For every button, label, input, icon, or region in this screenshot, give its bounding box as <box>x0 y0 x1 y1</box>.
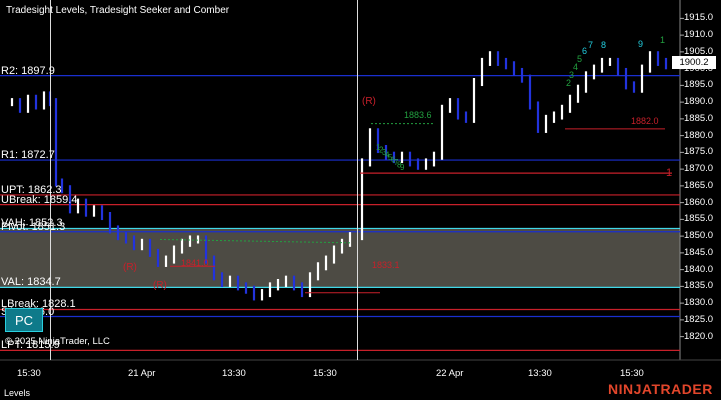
pc-button[interactable]: PC <box>5 308 43 332</box>
level-label: VAL: 1834.7 <box>1 276 61 289</box>
level-label: Pivot: 1851.3 <box>1 220 66 233</box>
seeker-count: 7 <box>588 40 593 50</box>
y-tick-label: 1820.0 <box>684 330 714 342</box>
y-tick-label: 1850.0 <box>684 230 714 242</box>
level-label: UBreak: 1859.4 <box>1 193 78 206</box>
ninjatrader-logo: NINJATRADER <box>608 381 713 397</box>
y-tick-label: 1860.0 <box>684 196 714 208</box>
y-tick-label: 1825.0 <box>684 313 714 325</box>
seeker-count: 9 <box>400 163 405 172</box>
levels-tab[interactable]: Levels <box>4 388 30 398</box>
y-tick-label: 1910.0 <box>684 29 714 41</box>
seeker-count: 6 <box>582 46 587 56</box>
y-tick-label: 1870.0 <box>684 163 714 175</box>
seeker-value: 1883.6 <box>404 110 432 120</box>
y-tick-label: 1885.0 <box>684 112 714 124</box>
y-tick-label: 1830.0 <box>684 297 714 309</box>
x-tick-label: 15:30 <box>620 368 644 379</box>
y-tick-label: 1865.0 <box>684 179 714 191</box>
target-value: 1882.0 <box>631 116 659 126</box>
x-tick-label: 22 Apr <box>436 368 464 379</box>
indicator-title: Tradesight Levels, Tradesight Seeker and… <box>6 5 230 16</box>
y-tick-label: 1835.0 <box>684 280 714 292</box>
y-tick-label: 1845.0 <box>684 246 714 258</box>
current-price-tag: 1900.2 <box>672 56 716 69</box>
x-tick-label: 21 Apr <box>128 368 156 379</box>
level-label: R2: 1897.9 <box>1 64 55 77</box>
seeker-count: 1 <box>660 35 665 45</box>
r-marker: (R) <box>123 262 137 273</box>
target-value: 1833.1 <box>372 260 400 270</box>
y-tick-label: 1915.0 <box>684 12 714 24</box>
chart-area[interactable]: (R) (R) (R) 1841.0 1833.1 1882.0 1883.6 1 9 8 7 6 5 4… <box>0 0 721 400</box>
y-tick-label: 1855.0 <box>684 213 714 225</box>
x-tick-label: 13:30 <box>528 368 552 379</box>
x-tick-label: 15:30 <box>313 368 337 379</box>
r-marker: (R) <box>153 280 167 291</box>
seeker-count: 8 <box>601 40 606 50</box>
copyright-text: © 2025 NinjaTrader, LLC <box>5 336 110 347</box>
target-count: 1 <box>666 167 672 179</box>
y-tick-label: 1875.0 <box>684 146 714 158</box>
x-tick-label: 13:30 <box>222 368 246 379</box>
r-marker: (R) <box>362 96 376 107</box>
x-tick-label: 15:30 <box>17 368 41 379</box>
y-tick-label: 1880.0 <box>684 129 714 141</box>
value-area-band <box>0 228 680 288</box>
target-value: 1841.0 <box>181 258 209 268</box>
y-tick-label: 1890.0 <box>684 96 714 108</box>
level-label: R1: 1872.7 <box>1 149 55 162</box>
y-tick-label: 1840.0 <box>684 263 714 275</box>
seeker-count: 9 <box>638 39 643 49</box>
session-separator <box>357 0 358 360</box>
y-tick-label: 1895.0 <box>684 79 714 91</box>
seeker-count: 2 <box>566 78 571 88</box>
